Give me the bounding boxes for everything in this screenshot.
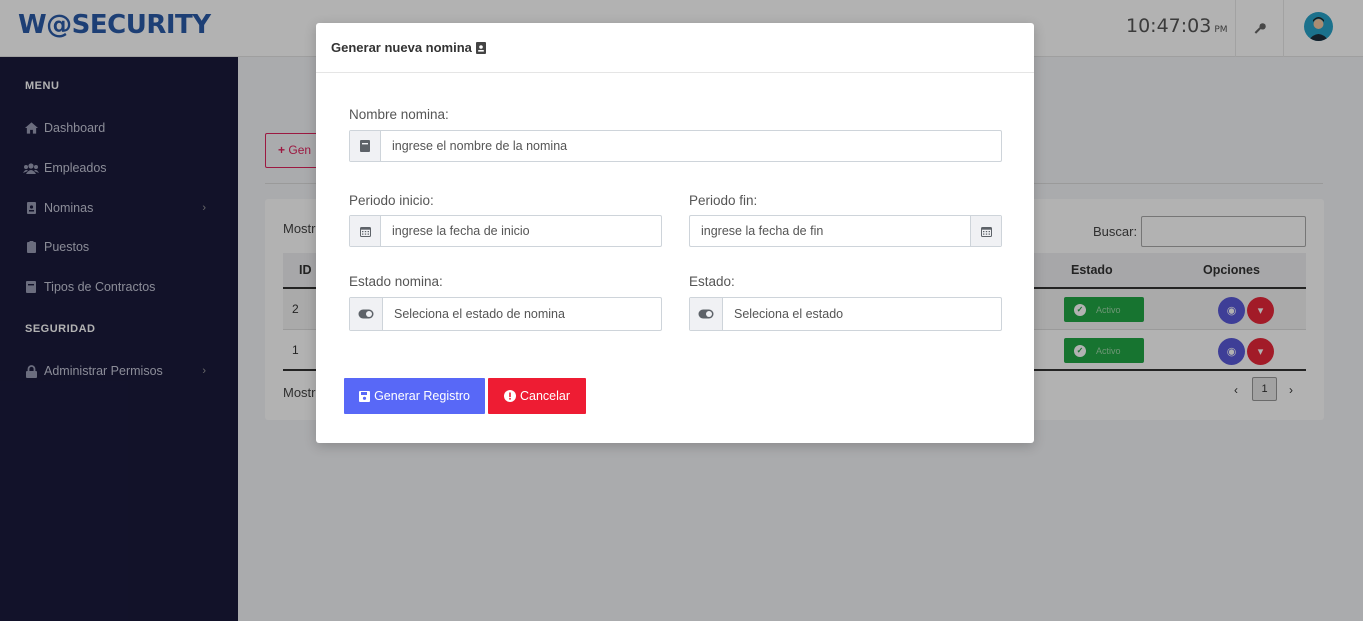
nombre-nomina-input[interactable] bbox=[381, 131, 1001, 161]
periodo-inicio-label: Periodo inicio: bbox=[349, 193, 434, 208]
estado-label: Estado: bbox=[689, 274, 735, 289]
estado-group bbox=[689, 297, 1002, 331]
periodo-inicio-input[interactable] bbox=[381, 216, 661, 246]
book-icon bbox=[350, 131, 381, 161]
calendar-icon bbox=[970, 216, 1001, 246]
generar-nomina-modal: Generar nueva nomina Nombre nomina: Peri… bbox=[316, 23, 1034, 443]
periodo-fin-input[interactable] bbox=[690, 216, 970, 246]
modal-header: Generar nueva nomina bbox=[316, 23, 1034, 73]
generar-registro-label: Generar Registro bbox=[374, 389, 470, 403]
estado-nomina-label: Estado nomina: bbox=[349, 274, 443, 289]
periodo-fin-group bbox=[689, 215, 1002, 247]
modal-title-text: Generar nueva nomina bbox=[331, 40, 472, 55]
id-badge-icon bbox=[475, 41, 486, 54]
exclamation-circle-icon bbox=[503, 390, 516, 402]
nombre-nomina-label: Nombre nomina: bbox=[349, 107, 449, 122]
cancel-label: Cancelar bbox=[519, 389, 571, 403]
toggle-icon bbox=[350, 298, 383, 330]
save-icon bbox=[359, 390, 371, 402]
periodo-fin-label: Periodo fin: bbox=[689, 193, 758, 208]
estado-nomina-select[interactable] bbox=[383, 298, 661, 330]
generar-registro-button[interactable]: Generar Registro bbox=[344, 378, 485, 414]
estado-select[interactable] bbox=[723, 298, 1001, 330]
periodo-inicio-group bbox=[349, 215, 662, 247]
calendar-icon bbox=[350, 216, 381, 246]
estado-nomina-group bbox=[349, 297, 662, 331]
modal-title: Generar nueva nomina bbox=[331, 40, 486, 55]
nombre-nomina-group bbox=[349, 130, 1002, 162]
cancel-button[interactable]: Cancelar bbox=[488, 378, 586, 414]
toggle-icon bbox=[690, 298, 723, 330]
